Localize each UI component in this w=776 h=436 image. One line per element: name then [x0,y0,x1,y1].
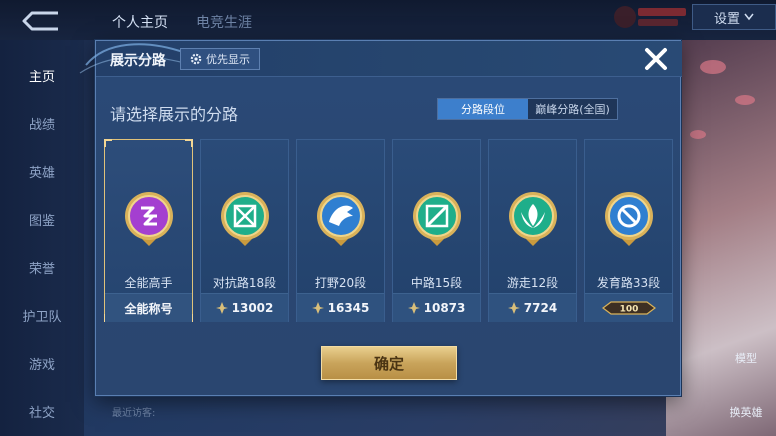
farm-lane-badge-icon [605,192,653,246]
blossom-decoration [735,95,755,105]
sidebar-item-honor[interactable]: 荣誉 [0,258,84,277]
all-round-badge-icon [125,192,173,246]
blossom-decoration [700,60,726,74]
lane-card-roam[interactable]: 游走12段 7724 [488,139,577,322]
lane-value: 16345 [327,301,370,315]
star-points-icon [215,302,228,314]
rank-widget[interactable] [612,2,688,32]
roam-badge-icon [509,192,557,246]
priority-display-label: 优先显示 [206,53,250,66]
lane-footer: 100 [585,293,672,322]
sidebar: 主页 战绩 英雄 图鉴 荣誉 护卫队 游戏 社交 [0,40,84,436]
dialog-title: 展示分路 [110,53,166,69]
lane-value: 7724 [523,301,558,315]
lane-card-all-round[interactable]: 全能高手 全能称号 [104,139,193,322]
lane-card-jungle[interactable]: 打野20段 16345 [296,139,385,322]
lane-footer: 16345 [297,293,384,322]
sidebar-item-record[interactable]: 战绩 [0,114,84,133]
confirm-button[interactable]: 确定 [321,346,457,380]
tab-lane-rank[interactable]: 分路段位 [438,99,528,119]
clash-lane-badge-icon [221,192,269,246]
lane-value: 13002 [231,301,274,315]
lane-name: 打野20段 [314,276,367,290]
settings-label: 设置 [713,11,740,27]
lane-footer: 7724 [489,293,576,322]
star-points-icon [507,302,520,314]
lane-name: 发育路33段 [596,276,661,290]
lane-mode-toggle: 分路段位 巅峰分路(全国) [437,98,618,120]
lane-footer: 10873 [393,293,480,322]
star-points-icon [407,302,420,314]
lane-name: 游走12段 [506,276,559,290]
lane-value: 全能称号 [124,301,173,316]
star-points-icon [311,302,324,314]
back-button[interactable] [18,8,64,34]
back-arrow-icon [22,11,58,31]
sidebar-item-codex[interactable]: 图鉴 [0,210,84,229]
close-icon [645,48,667,70]
sidebar-item-games[interactable]: 游戏 [0,354,84,373]
priority-display-button[interactable]: 优先显示 [180,48,260,70]
model-label[interactable]: 模型 [716,350,776,366]
lane-display-dialog: 展示分路 优先显示 请选择展示的分路 分路段位 巅峰分路(全国) 全能高手 全能… [79,40,682,396]
jungle-badge-icon [317,192,365,246]
close-button[interactable] [640,43,672,75]
change-hero-label[interactable]: 换英雄 [716,404,776,420]
lane-value: 100 [619,305,638,315]
tab-profile[interactable]: 个人主页 [112,12,168,32]
lane-footer: 全能称号 [105,293,192,322]
selection-corner [185,139,193,147]
recent-visitors-label: 最近访客: [112,408,156,419]
lane-footer: 13002 [201,293,288,322]
sidebar-item-social[interactable]: 社交 [0,402,84,421]
select-lane-prompt: 请选择展示的分路 [110,105,239,124]
gear-icon [190,53,202,65]
hero-backdrop [666,40,776,436]
selection-corner [104,139,112,147]
tab-peak-lane-national[interactable]: 巅峰分路(全国) [528,99,617,119]
settings-button[interactable]: 设置 [692,4,776,30]
chevron-down-icon [744,13,754,21]
lane-name: 对抗路18段 [212,276,277,290]
tab-esports-career[interactable]: 电竞生涯 [196,12,252,32]
dialog-header: 展示分路 优先显示 [79,41,682,77]
lane-card-list: 全能高手 全能称号 对抗路18段 13002 打野20段 16345 中路15段… [104,139,674,324]
lane-card-mid[interactable]: 中路15段 10873 [392,139,481,322]
peak-star-badge-icon: 100 [601,301,656,315]
mid-lane-badge-icon [413,192,461,246]
sidebar-item-home[interactable]: 主页 [0,66,84,85]
lane-card-farm[interactable]: 发育路33段 100 [584,139,673,322]
sidebar-item-guard[interactable]: 护卫队 [0,306,84,325]
lane-name: 全能高手 [124,276,173,290]
lane-value: 10873 [423,301,466,315]
lane-card-clash[interactable]: 对抗路18段 13002 [200,139,289,322]
sidebar-item-heroes[interactable]: 英雄 [0,162,84,181]
blossom-decoration [690,130,706,139]
lane-name: 中路15段 [410,276,463,290]
